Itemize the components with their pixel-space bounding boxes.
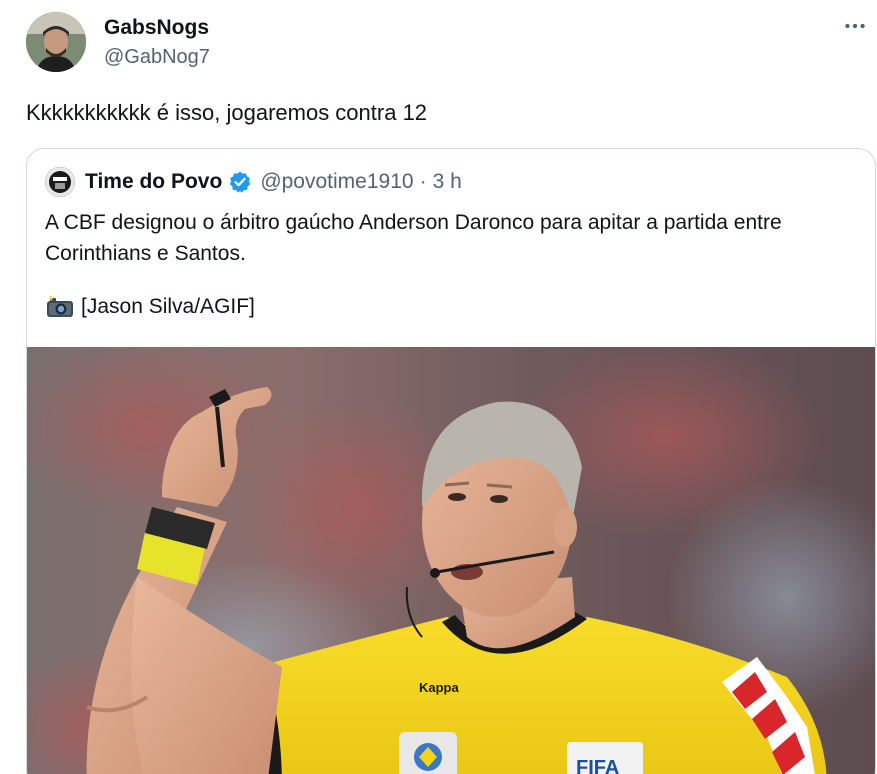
user-avatar-icon [26,12,86,72]
quoted-media-image[interactable]: Kappa FIFA [27,347,875,774]
quoted-handle[interactable]: @povotime1910 [260,170,413,194]
kit-brand-logo: Kappa [419,680,460,695]
quoted-tweet-header: Time do Povo @povotime1910 · 3 h [45,167,462,197]
quoted-text-line: Corinthians e Santos. [45,242,246,265]
more-options-button[interactable] [841,12,869,40]
camera-flash-icon [47,295,73,317]
dot-separator: · [419,170,427,193]
quoted-avatar[interactable] [45,167,75,197]
quoted-timestamp[interactable]: 3 h [433,170,462,194]
team-logo-icon [45,167,75,197]
fifa-badge: FIFA [576,757,619,774]
quoted-display-name[interactable]: Time do Povo [85,170,222,194]
author-avatar[interactable] [26,12,86,72]
verified-badge-icon [230,171,251,193]
quoted-tweet-card[interactable]: Time do Povo @povotime1910 · 3 h A CBF d… [26,148,876,774]
photo-credit-text: [Jason Silva/AGIF] [81,295,255,318]
tweet-text: Kkkkkkkkkkk é isso, jogaremos contra 12 [26,100,428,125]
quoted-text-line: A CBF designou o árbitro gaúcho Anderson… [45,211,782,234]
photo-credit: [Jason Silva/AGIF] [45,295,255,319]
more-dots-icon [845,23,865,29]
quoted-tweet-text: A CBF designou o árbitro gaúcho Anderson… [45,207,865,269]
author-handle[interactable]: @GabNog7 [104,46,210,69]
referee-photo: Kappa FIFA [27,347,875,774]
author-display-name[interactable]: GabsNogs [104,16,209,40]
